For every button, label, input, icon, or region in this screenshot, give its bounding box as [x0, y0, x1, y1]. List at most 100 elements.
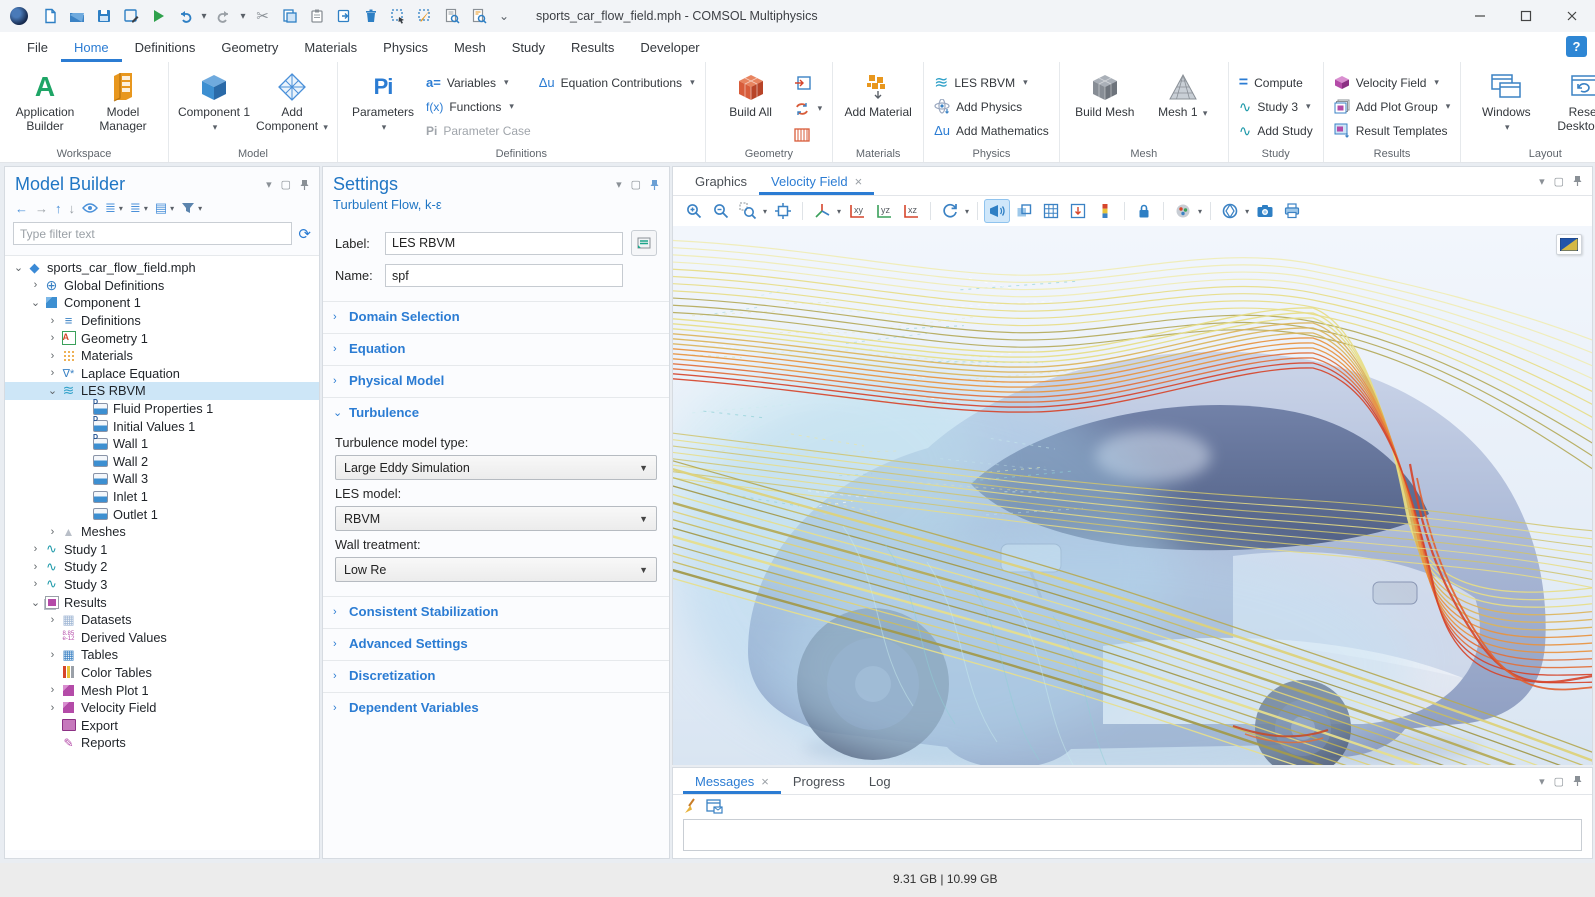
collapse-all-button[interactable]: ≣ — [105, 200, 116, 216]
build-all-button[interactable]: Build All — [713, 66, 789, 119]
tree-item-study-1[interactable]: Study 1 — [5, 541, 319, 559]
tree-item-wall-2[interactable]: Wall 2 — [5, 453, 319, 471]
tree-item-wall-3[interactable]: Wall 3 — [5, 470, 319, 488]
duplicate-button[interactable] — [330, 3, 357, 29]
tree-item-tables[interactable]: Tables — [5, 646, 319, 664]
plot-data-range-button[interactable] — [1065, 199, 1091, 223]
section-dependent-variables[interactable]: Dependent Variables — [323, 692, 669, 722]
zoom-extents-button[interactable] — [770, 199, 796, 223]
transparency-button[interactable] — [1011, 199, 1037, 223]
dropdown-caret[interactable]: ▾ — [965, 207, 969, 216]
add-material-button[interactable]: Add Material — [840, 66, 916, 119]
zoom-in-button[interactable] — [681, 199, 707, 223]
tree-item-inlet-1[interactable]: Inlet 1 — [5, 488, 319, 506]
redo-caret[interactable]: ▾ — [237, 11, 249, 22]
select-box-button[interactable] — [384, 3, 411, 29]
section-turbulence[interactable]: Turbulence — [323, 397, 669, 427]
clear-messages-icon[interactable] — [683, 798, 698, 814]
les-rbvm-button[interactable]: LES RBVM▾ — [931, 73, 1052, 92]
dropdown-caret[interactable]: ▾ — [1198, 207, 1202, 216]
tree-item-mesh-plot-1[interactable]: Mesh Plot 1 — [5, 681, 319, 699]
add-plot-group-button[interactable]: Add Plot Group▾ — [1331, 97, 1454, 116]
expand-chevron[interactable] — [28, 596, 43, 609]
equation-contributions-button[interactable]: Equation Contributions▾ — [536, 73, 698, 92]
tab-velocity-field[interactable]: Velocity Field× — [759, 167, 874, 195]
rebuild-geometry-button[interactable]: ▾ — [791, 99, 826, 118]
expand-chevron[interactable] — [45, 526, 60, 538]
expand-chevron[interactable] — [45, 649, 60, 661]
tree-item-les-rbvm[interactable]: LES RBVM — [5, 382, 319, 400]
undo-button[interactable] — [171, 3, 198, 29]
tree-item-laplace-equation[interactable]: Laplace Equation — [5, 365, 319, 383]
tree-item-global-definitions[interactable]: Global Definitions — [5, 277, 319, 295]
expand-chevron[interactable] — [45, 315, 60, 327]
tree-item-fluid-properties-1[interactable]: Fluid Properties 1 — [5, 400, 319, 418]
tree-item-component-1[interactable]: Component 1 — [5, 294, 319, 312]
close-button[interactable] — [1549, 0, 1595, 32]
panel-pin-icon[interactable] — [1573, 175, 1582, 187]
move-down-button[interactable]: ↓ — [69, 201, 76, 216]
expand-chevron[interactable] — [28, 561, 43, 573]
panel-menu-caret-icon[interactable]: ▾ — [1539, 175, 1545, 188]
open-messages-window-icon[interactable] — [706, 799, 723, 814]
wall-treatment-select[interactable]: Low Re▼ — [335, 557, 657, 582]
label-input[interactable] — [385, 232, 623, 255]
new-file-button[interactable] — [36, 3, 63, 29]
menu-results[interactable]: Results — [558, 32, 627, 62]
dropdown-caret[interactable]: ▾ — [198, 204, 202, 213]
add-physics-button[interactable]: Add Physics — [931, 97, 1052, 116]
snapshot-button[interactable] — [1252, 199, 1278, 223]
application-builder-button[interactable]: Application Builder — [7, 66, 83, 134]
tree-item-geometry-1[interactable]: Geometry 1 — [5, 329, 319, 347]
paste-button[interactable] — [303, 3, 330, 29]
mesh-1-button[interactable]: Mesh 1 ▾ — [1145, 66, 1221, 119]
panel-pin-icon[interactable] — [300, 179, 309, 191]
panel-menu-caret-icon[interactable]: ▾ — [1539, 775, 1545, 788]
report-preview-alt-button[interactable] — [465, 3, 492, 29]
expand-chevron[interactable] — [45, 350, 60, 362]
tree-item-export[interactable]: Export — [5, 716, 319, 734]
panel-menu-caret-icon[interactable]: ▾ — [616, 178, 622, 191]
model-manager-button[interactable]: Model Manager — [85, 66, 161, 134]
name-input[interactable] — [385, 264, 623, 287]
tree-item-outlet-1[interactable]: Outlet 1 — [5, 505, 319, 523]
tree-item-definitions[interactable]: Definitions — [5, 312, 319, 330]
tree-item-derived-values[interactable]: Derived Values — [5, 628, 319, 646]
rename-button[interactable] — [631, 230, 657, 256]
expand-chevron[interactable] — [11, 261, 26, 274]
copy-button[interactable] — [276, 3, 303, 29]
tree-item-results[interactable]: Results — [5, 593, 319, 611]
close-tab-icon[interactable]: × — [855, 174, 863, 189]
expand-chevron[interactable] — [28, 578, 43, 590]
remove-details-button[interactable] — [791, 125, 826, 144]
environment-reflections-button[interactable] — [1217, 199, 1243, 223]
tab-log[interactable]: Log — [857, 768, 903, 794]
panel-float-icon[interactable]: ▢ — [1554, 175, 1564, 188]
menu-home[interactable]: Home — [61, 32, 122, 62]
import-geometry-button[interactable] — [791, 73, 826, 92]
menu-materials[interactable]: Materials — [291, 32, 370, 62]
view-xz-button[interactable]: xz — [898, 199, 924, 223]
undo-caret[interactable]: ▾ — [198, 11, 210, 22]
compute-button[interactable]: Compute — [1236, 73, 1316, 92]
report-preview-button[interactable] — [438, 3, 465, 29]
tree-item-materials[interactable]: Materials — [5, 347, 319, 365]
material-rendering-button[interactable] — [1170, 199, 1196, 223]
model-tree-nodes-button[interactable]: ▤ — [155, 200, 167, 216]
tree-item-initial-values-1[interactable]: Initial Values 1 — [5, 417, 319, 435]
refresh-icon[interactable]: ⟳ — [298, 225, 311, 243]
help-button[interactable]: ? — [1566, 36, 1587, 57]
panel-float-icon[interactable]: ▢ — [631, 178, 641, 191]
panel-menu-caret-icon[interactable]: ▾ — [266, 178, 272, 191]
menu-geometry[interactable]: Geometry — [208, 32, 291, 62]
tree-filter-input[interactable] — [13, 222, 292, 245]
add-mathematics-button[interactable]: Add Mathematics — [931, 121, 1052, 140]
reset-desktop-button[interactable]: Reset Desktop ▾ — [1546, 66, 1595, 134]
windows-button[interactable]: Windows▾ — [1468, 66, 1544, 134]
rotate-view-button[interactable] — [937, 199, 963, 223]
expand-chevron[interactable] — [45, 684, 60, 696]
redo-button[interactable] — [210, 3, 237, 29]
tree-item-datasets[interactable]: Datasets — [5, 611, 319, 629]
move-up-button[interactable]: ↑ — [55, 201, 62, 216]
expand-chevron[interactable] — [45, 702, 60, 714]
